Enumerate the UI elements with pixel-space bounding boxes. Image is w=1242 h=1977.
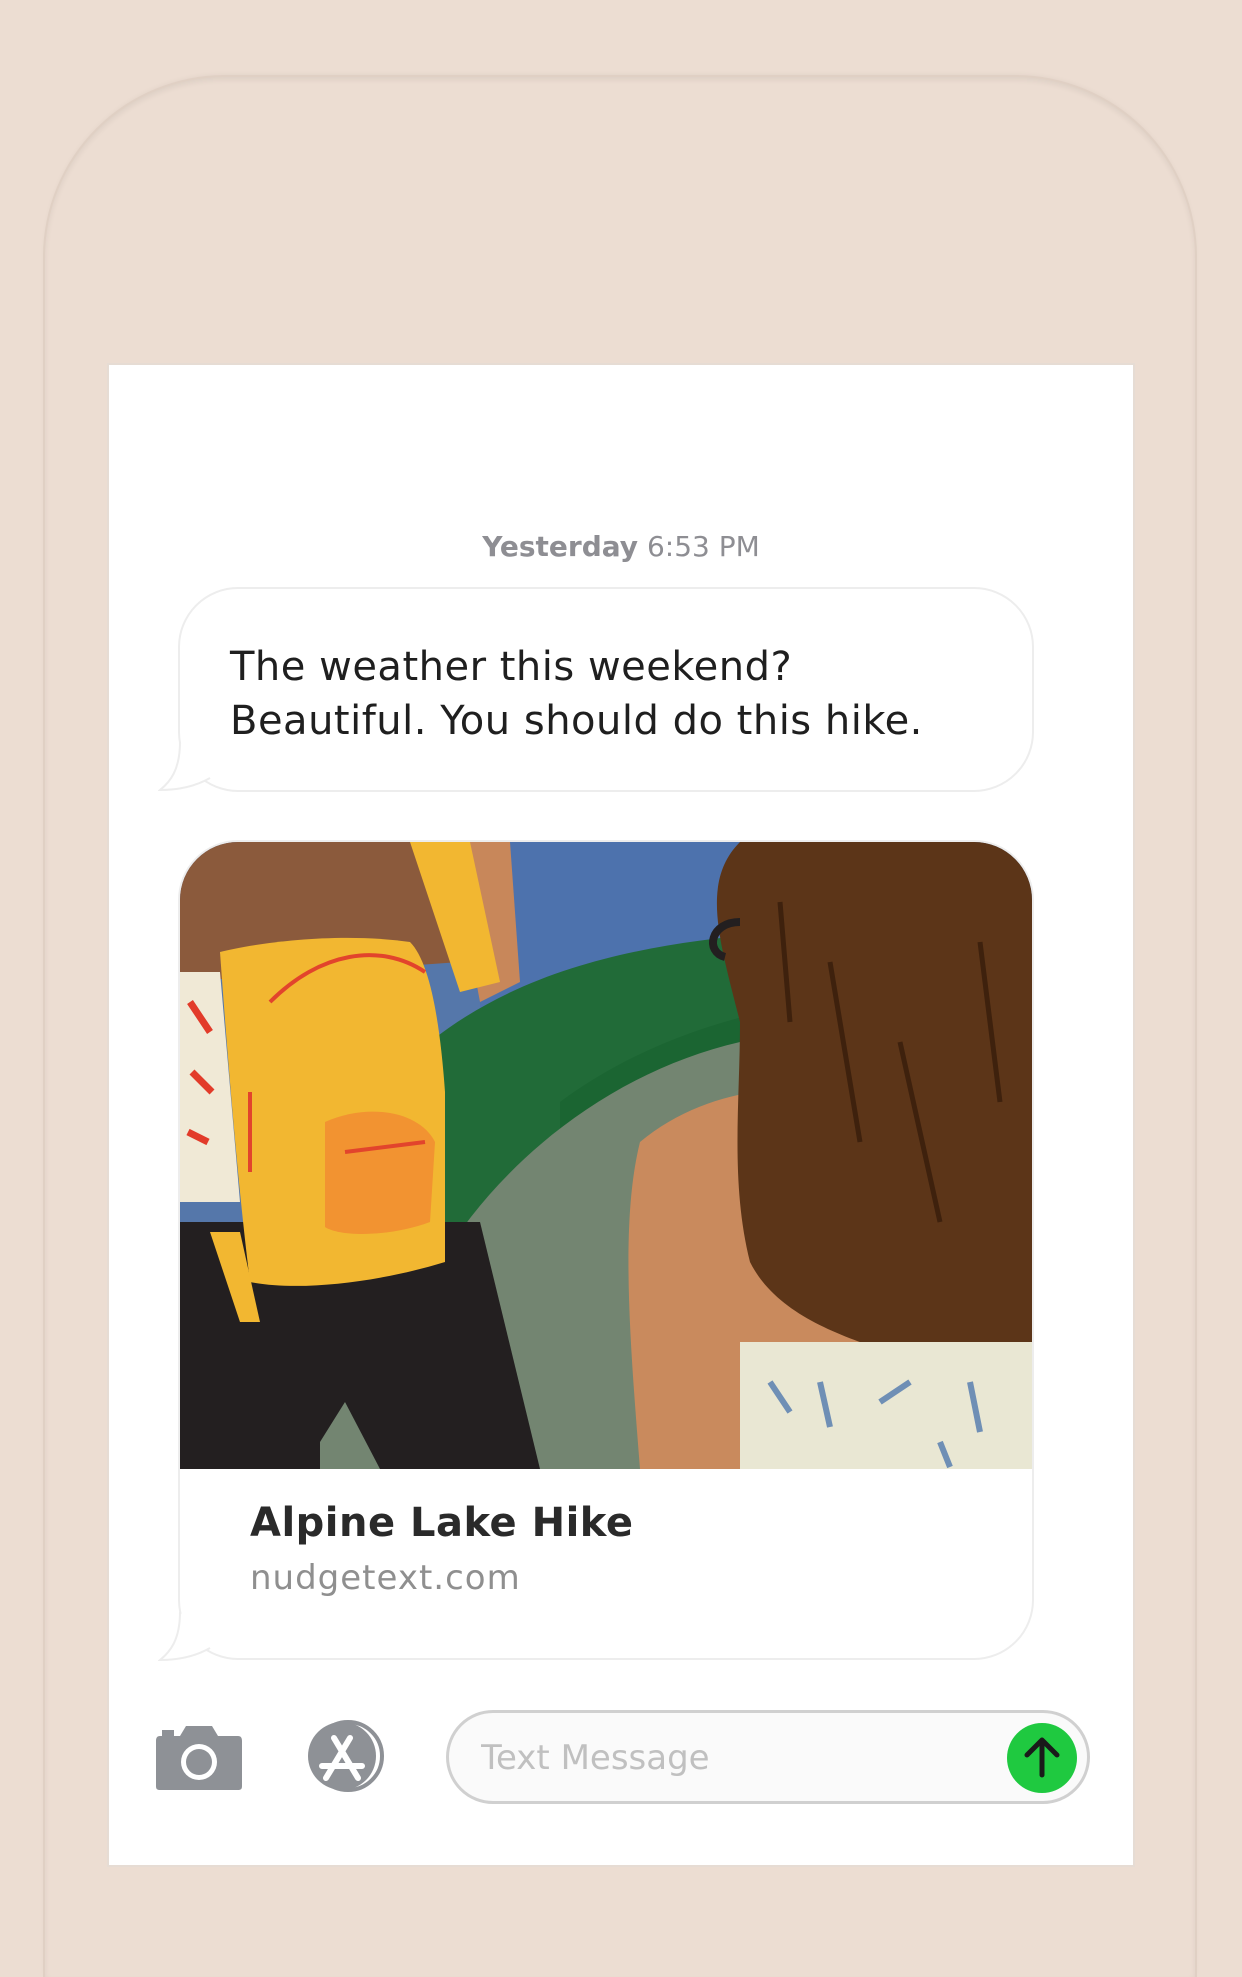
link-domain: nudgetext.com: [250, 1558, 521, 1598]
app-store-icon: [308, 1720, 384, 1792]
card-bubble-tail: [158, 1611, 211, 1662]
timestamp-time: 6:53 PM: [646, 530, 760, 563]
send-button[interactable]: [1007, 1723, 1077, 1793]
message-input-field[interactable]: [446, 1710, 1090, 1804]
link-title[interactable]: Alpine Lake Hike: [250, 1500, 633, 1546]
timestamp-day: Yesterday: [482, 530, 639, 563]
text-message-input[interactable]: [479, 1729, 1003, 1787]
bubble-tail: [158, 741, 211, 792]
message-text: The weather this weekend? Beautiful. You…: [230, 640, 990, 748]
camera-button[interactable]: [154, 1720, 244, 1792]
app-store-button[interactable]: [300, 1720, 400, 1792]
message-line-1: The weather this weekend?: [230, 644, 793, 690]
arrow-up-icon: [1024, 1737, 1060, 1778]
message-timestamp: Yesterday 6:53 PM: [0, 530, 1242, 563]
hike-illustration-image: [180, 842, 1032, 1469]
camera-icon: [156, 1726, 242, 1790]
message-line-2: Beautiful. You should do this hike.: [230, 698, 923, 744]
